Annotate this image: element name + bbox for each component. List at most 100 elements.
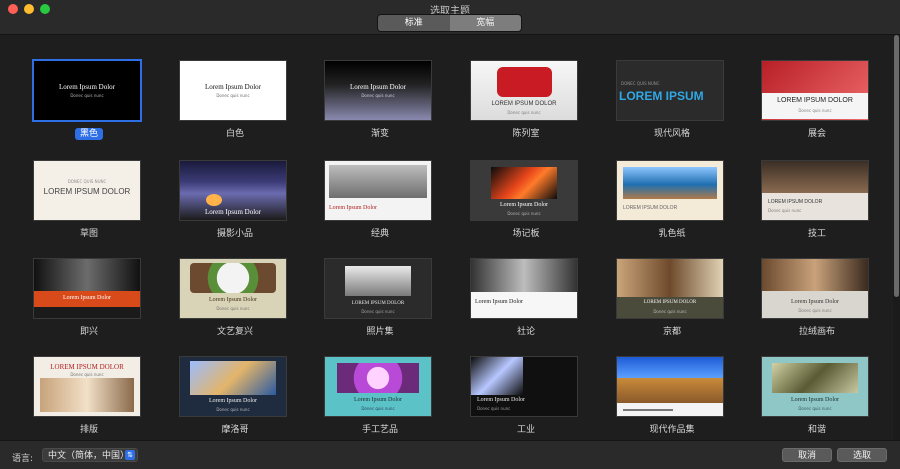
theme-artisan[interactable]: LOREM IPSUM DOLOR Donec quis nunc 技工 (762, 161, 872, 239)
theme-label-text: 现代风格 (653, 129, 690, 139)
tent-light (206, 194, 222, 206)
theme-modern-portfolio[interactable]: 现代作品集 (617, 357, 727, 435)
bridge-photo (471, 357, 523, 395)
theme-black[interactable]: Lorem Ipsum Dolor Donec quis nunc 黑色 (34, 61, 144, 140)
theme-thumbnail-title: Lorem Ipsum Dolor (791, 299, 839, 305)
tab-wide[interactable]: 宽幅 (449, 15, 521, 31)
language-select[interactable]: 中文（简体，中国） ⇅ (42, 448, 138, 462)
cancel-button[interactable]: 取消 (782, 448, 832, 462)
theme-label: 社论 (471, 324, 581, 337)
theme-thumbnail-subtitle: Donec quis nunc (798, 406, 832, 411)
theme-clapperboard[interactable]: Lorem Ipsum Dolor Donec quis nunc 场记板 (471, 161, 581, 239)
theme-label: 照片集 (325, 324, 435, 337)
theme-thumbnail: Lorem Ipsum Dolor Donec quis nunc (180, 61, 286, 120)
houses-photo (40, 378, 134, 412)
chevron-up-down-icon: ⇅ (125, 450, 135, 460)
language-label: 语言: (12, 454, 34, 464)
scrollbar-thumb[interactable] (894, 35, 899, 297)
theme-kyoto[interactable]: LOREM IPSUM DOLOR Donec quis nunc 京都 (617, 259, 727, 337)
theme-thumbnail-title: LOREM IPSUM (619, 89, 704, 103)
theme-typeset[interactable]: LOREM IPSUM DOLOR Donec quis nunc 排版 (34, 357, 144, 435)
flower-photo (337, 363, 419, 393)
theme-thumbnail: Lorem Ipsum Dolor Donec quis nunc (471, 357, 577, 416)
theme-thumbnail-subtitle: Donec quis nunc (361, 309, 395, 314)
theme-crafts[interactable]: Lorem Ipsum Dolor Donec quis nunc 手工艺品 (325, 357, 435, 435)
theme-thumbnail-subtitle: Donec quis nunc (216, 93, 250, 98)
theme-label: 摄影小品 (180, 226, 290, 239)
theme-showroom[interactable]: LOREM IPSUM DOLOR Donec quis nunc 陈列室 (471, 61, 581, 139)
theme-thumbnail: LOREM IPSUM DOLOR (617, 161, 723, 220)
theme-label-text: 白色 (225, 129, 244, 139)
tab-standard[interactable]: 标准 (378, 15, 450, 31)
theme-label: 场记板 (471, 226, 581, 239)
theme-thumbnail: DONEC QUIS NUNC LOREM IPSUM (617, 61, 723, 120)
theme-thumbnail: Lorem Ipsum Dolor Donec quis nunc (325, 61, 431, 120)
theme-label: 渐变 (325, 126, 435, 139)
theme-thumbnail-title: Lorem Ipsum Dolor (500, 202, 548, 208)
theme-thumbnail-title: Lorem Ipsum Dolor (63, 295, 111, 301)
theme-thumbnail: Lorem Ipsum Dolor Donec quis nunc (180, 357, 286, 416)
theme-thumbnail-title: LOREM IPSUM DOLOR (43, 187, 131, 196)
theme-thumbnail-title: Lorem Ipsum Dolor (350, 83, 406, 91)
theme-white[interactable]: Lorem Ipsum Dolor Donec quis nunc 白色 (180, 61, 290, 139)
theme-label: 摩洛哥 (180, 422, 290, 435)
plant-photo (772, 363, 858, 393)
vertical-scrollbar[interactable] (893, 35, 900, 440)
theme-thumbnail-title: Lorem Ipsum Dolor (59, 83, 115, 91)
theme-classic[interactable]: Lorem Ipsum Dolor 经典 (325, 161, 435, 239)
theme-thumbnail-title: LOREM IPSUM DOLOR (623, 205, 678, 211)
theme-morocco[interactable]: Lorem Ipsum Dolor Donec quis nunc 摩洛哥 (180, 357, 290, 435)
theme-improv[interactable]: Lorem Ipsum Dolor 即兴 (34, 259, 144, 337)
theme-label-text: 陈列室 (512, 129, 540, 139)
theme-industrial[interactable]: Lorem Ipsum Dolor Donec quis nunc 工业 (471, 357, 581, 435)
theme-exhibition[interactable]: LOREM IPSUM DOLOR Donec quis nunc 展会 (762, 61, 872, 139)
theme-thumbnail-subtitle: Donec quis nunc (798, 108, 832, 113)
window-titlebar: 选取主题 标准 宽幅 (0, 0, 900, 35)
theme-photo-album[interactable]: LOREM IPSUM DOLOR Donec quis nunc 照片集 (325, 259, 435, 337)
colosseum-photo (617, 357, 723, 403)
theme-thumbnail-title: LOREM IPSUM DOLOR (643, 300, 697, 305)
theme-label-text: 排版 (79, 425, 98, 435)
theme-label: 拉绒画布 (762, 324, 872, 337)
theme-label: 和谐 (762, 422, 872, 435)
theme-label-text: 社论 (516, 327, 535, 337)
theme-thumbnail: Lorem Ipsum Dolor Donec quis nunc (325, 357, 431, 416)
theme-sketch[interactable]: DONEC QUIS NUNC LOREM IPSUM DOLOR 草图 (34, 161, 144, 239)
theme-label: 黑色 (34, 126, 144, 140)
theme-thumbnail-title: Lorem Ipsum Dolor (205, 83, 261, 91)
theme-brushed-canvas[interactable]: Lorem Ipsum Dolor Donec quis nunc 拉绒画布 (762, 259, 872, 337)
theme-label-text: 手工艺品 (361, 425, 398, 435)
theme-editorial[interactable]: Lorem Ipsum Dolor 社论 (471, 259, 581, 337)
theme-thumbnail-title: LOREM IPSUM DOLOR (777, 97, 853, 104)
theme-cream-paper[interactable]: LOREM IPSUM DOLOR 乳色纸 (617, 161, 727, 239)
theme-label-text: 工业 (516, 425, 535, 435)
theme-harmony[interactable]: Lorem Ipsum Dolor Donec quis nunc 和谐 (762, 357, 872, 435)
bridge-photo (329, 165, 427, 198)
theme-label-text: 经典 (370, 229, 389, 239)
theme-thumbnail-title: Lorem Ipsum Dolor (475, 299, 523, 305)
theme-renaissance[interactable]: Lorem Ipsum Dolor Donec quis nunc 文艺复兴 (180, 259, 290, 337)
theme-label: 现代风格 (617, 126, 727, 139)
theme-photo-essay[interactable]: Lorem Ipsum Dolor 摄影小品 (180, 161, 290, 239)
theme-label-text: 拉绒画布 (798, 327, 835, 337)
theme-label: 技工 (762, 226, 872, 239)
theme-thumbnail-title: Lorem Ipsum Dolor (354, 397, 402, 403)
theme-label: 草图 (34, 226, 144, 239)
theme-thumbnail-title: LOREM IPSUM DOLOR (768, 199, 823, 205)
theme-modern[interactable]: DONEC QUIS NUNC LOREM IPSUM 现代风格 (617, 61, 727, 139)
theme-thumbnail: Lorem Ipsum Dolor Donec quis nunc (34, 61, 140, 120)
choose-button[interactable]: 选取 (837, 448, 887, 462)
theme-thumbnail: LOREM IPSUM DOLOR Donec quis nunc (762, 161, 868, 220)
tree-photo (345, 266, 411, 296)
theme-thumbnail: Lorem Ipsum Dolor Donec quis nunc (762, 259, 868, 318)
theme-thumbnail-title: Lorem Ipsum Dolor (477, 397, 525, 403)
theme-label: 乳色纸 (617, 226, 727, 239)
theme-thumbnail-title: Lorem Ipsum Dolor (205, 208, 261, 216)
theme-gradient[interactable]: Lorem Ipsum Dolor Donec quis nunc 渐变 (325, 61, 435, 139)
theme-thumbnail-subtitle: Donec quis nunc (653, 309, 687, 314)
theme-label: 工业 (471, 422, 581, 435)
theme-thumbnail: Lorem Ipsum Dolor (471, 259, 577, 318)
theme-thumbnail: Lorem Ipsum Dolor Donec quis nunc (471, 161, 577, 220)
theme-thumbnail-title: LOREM IPSUM DOLOR (50, 363, 124, 371)
theme-label-text: 展会 (807, 129, 826, 139)
